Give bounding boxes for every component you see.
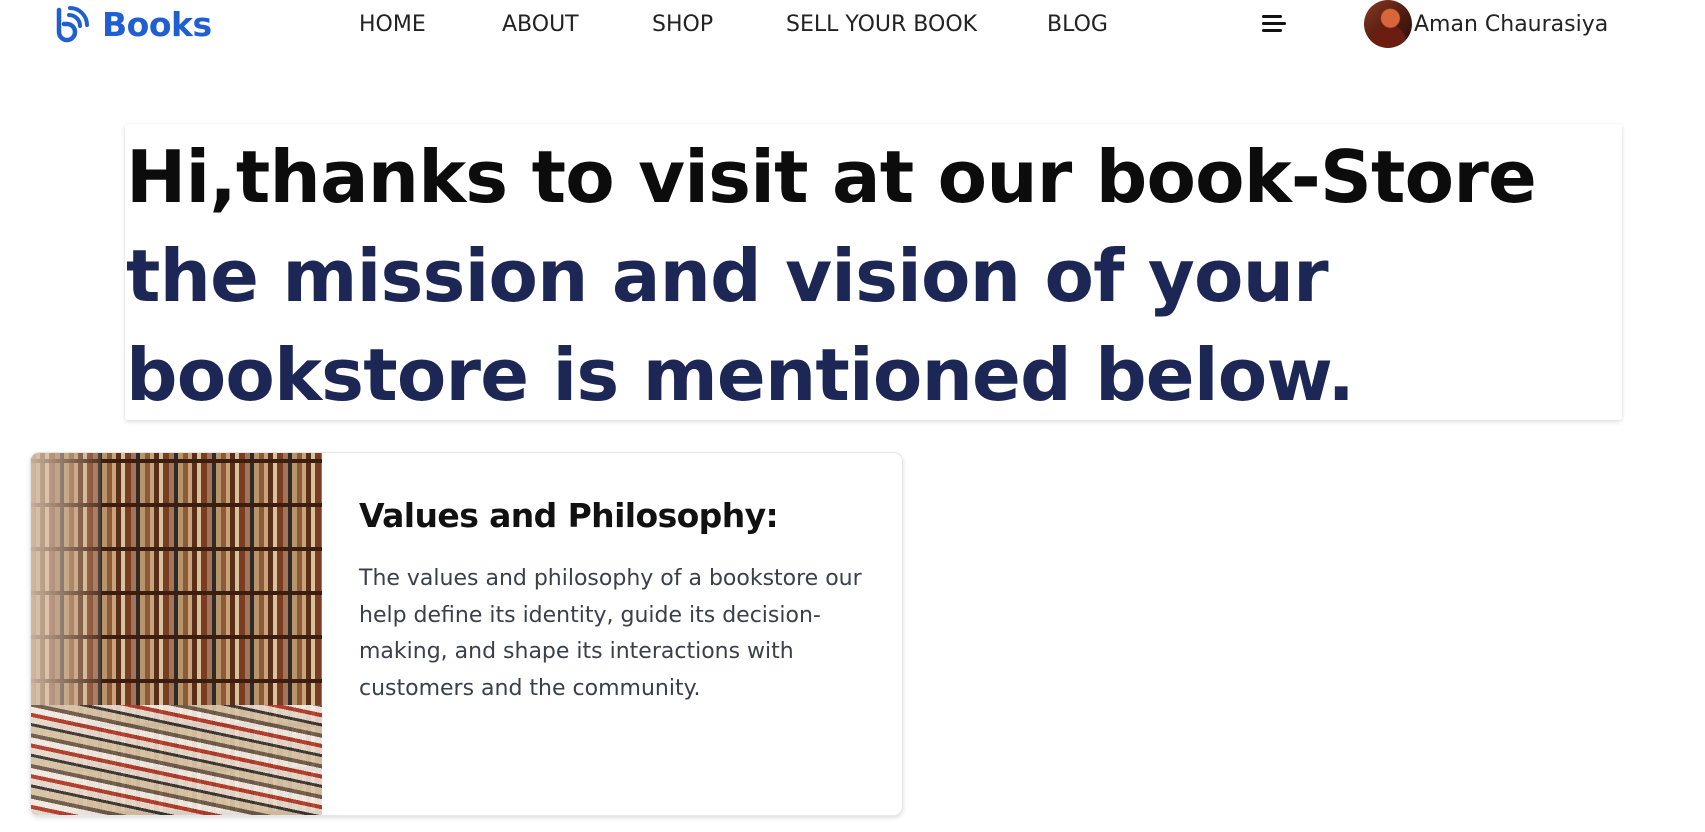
nav-item-sell-your-book[interactable]: SELL YOUR BOOK [786,9,977,41]
card-title: Values and Philosophy: [359,496,779,535]
bookstore-shelves-photo [31,453,322,815]
user-avatar[interactable] [1364,0,1412,48]
nav-item-shop[interactable]: SHOP [652,9,713,41]
card-body: Values and Philosophy: The values and ph… [322,453,902,815]
user-profile[interactable]: Aman Chaurasiya [1364,0,1608,48]
hero-heading: Hi,thanks to visit at our book-Store the… [126,124,1622,425]
card-description: The values and philosophy of a bookstore… [359,566,862,701]
hero-banner: Hi,thanks to visit at our book-Store the… [125,124,1622,420]
navbar: Books HOME ABOUT SHOP SELL YOUR BOOK BLO… [0,0,1705,50]
hamburger-menu-icon[interactable] [1262,13,1288,35]
values-card: Values and Philosophy: The values and ph… [30,452,903,816]
nav-item-about[interactable]: ABOUT [502,9,579,41]
user-name: Aman Chaurasiya [1414,11,1609,37]
hero-heading-accent: the mission and vision of your bookstore… [126,234,1355,417]
nav-item-home[interactable]: HOME [359,9,426,41]
hero-heading-lead: Hi,thanks to visit at our book-Store [126,135,1537,219]
nav-item-blog[interactable]: BLOG [1047,9,1108,41]
